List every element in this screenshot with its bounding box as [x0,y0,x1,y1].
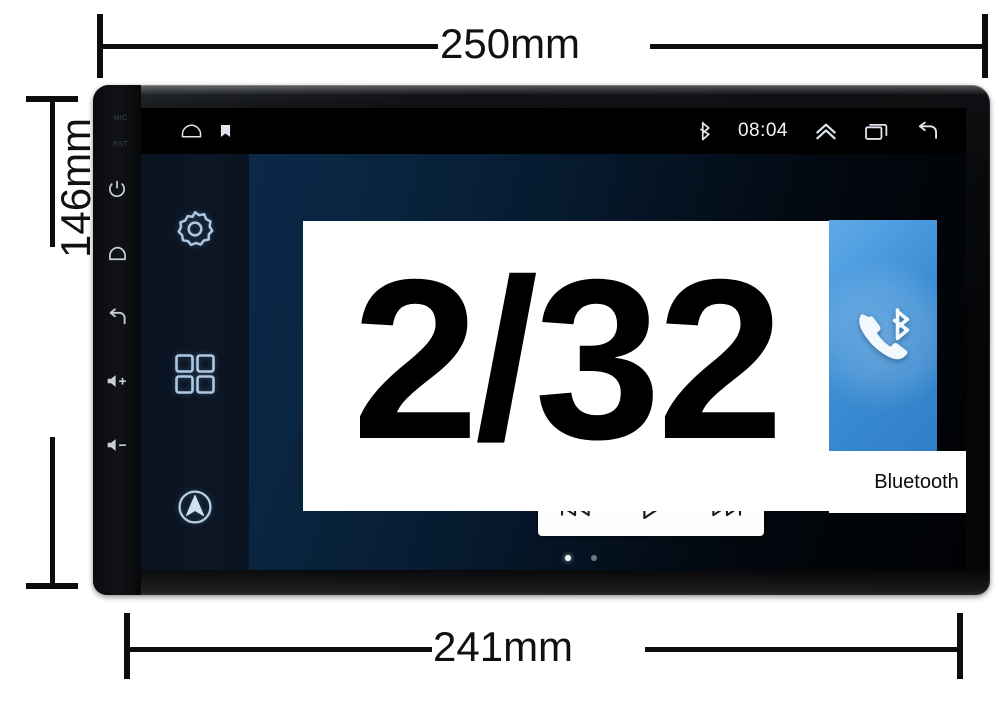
home-button[interactable] [93,221,141,285]
dimension-line-bottom-left [127,647,432,652]
status-bar-clock: 08:04 [737,120,788,141]
dock-item-navigation[interactable] [141,444,249,570]
car-head-unit-device: MIC RST 08:04 Bluetooth 2/32 [93,85,990,595]
chevron-up-icon[interactable] [814,121,838,141]
hardware-button-strip: MIC RST [93,85,141,595]
home-outline-icon[interactable] [179,122,204,140]
volume-up-button[interactable] [93,349,141,413]
volume-down-icon [106,436,128,454]
status-bar-right-group: 08:04 [699,120,966,142]
volume-up-icon [106,372,128,390]
dimension-line-top-left [100,44,438,49]
page-dot-inactive[interactable] [591,555,597,561]
bluetooth-tile-label-bar: Bluetooth [829,451,966,513]
mic-pinhole: MIC [93,105,141,131]
dimension-label-outer-width: 250mm [440,20,581,67]
bluetooth-phone-icon [845,298,921,374]
touchscreen-display[interactable]: 08:04 Bluetooth 2/32 [141,108,966,570]
bluetooth-app-tile[interactable] [829,220,937,451]
apps-grid-icon [171,350,219,398]
spec-overlay-badge: 2/32 [303,221,829,511]
dimension-tick-bottom-right [957,613,963,679]
reset-pinhole[interactable]: RST [93,131,141,157]
mic-hole-dot [106,116,111,120]
recents-icon[interactable] [864,122,889,141]
page-indicator [565,555,597,561]
back-arrow-icon[interactable] [915,121,940,141]
gear-icon [172,206,218,252]
product-dimension-diagram: 250mm 146mm 241mm MIC RST 08:04 Bluetoot… [0,0,1000,707]
dimension-line-bottom-right [645,647,960,652]
navigation-compass-icon [173,485,217,529]
bluetooth-tile-label: Bluetooth [874,470,959,493]
volume-down-button[interactable] [93,413,141,477]
status-bar-left-group [141,122,231,140]
mic-pinhole-label: MIC [113,114,128,122]
spec-overlay-text: 2/32 [352,233,784,487]
back-icon [106,307,128,327]
dimension-label-faceplate-width: 241mm [433,623,574,670]
power-icon [107,179,127,199]
bluetooth-icon[interactable] [699,121,712,141]
dimension-line-left-lower [50,437,55,586]
reset-hole-dot [106,142,111,146]
dimension-line-top-right [650,44,984,49]
power-button[interactable] [93,157,141,221]
bookmark-icon[interactable] [220,124,231,138]
home-icon [107,244,128,263]
dimension-tick-bottom-left [124,613,130,679]
back-button[interactable] [93,285,141,349]
dock-item-all-apps[interactable] [141,304,249,444]
page-dot-active[interactable] [565,555,571,561]
android-status-bar: 08:04 [141,108,966,154]
reset-pinhole-label: RST [113,140,128,148]
dock-item-settings[interactable] [141,154,249,304]
home-screen-left-dock [141,154,249,570]
